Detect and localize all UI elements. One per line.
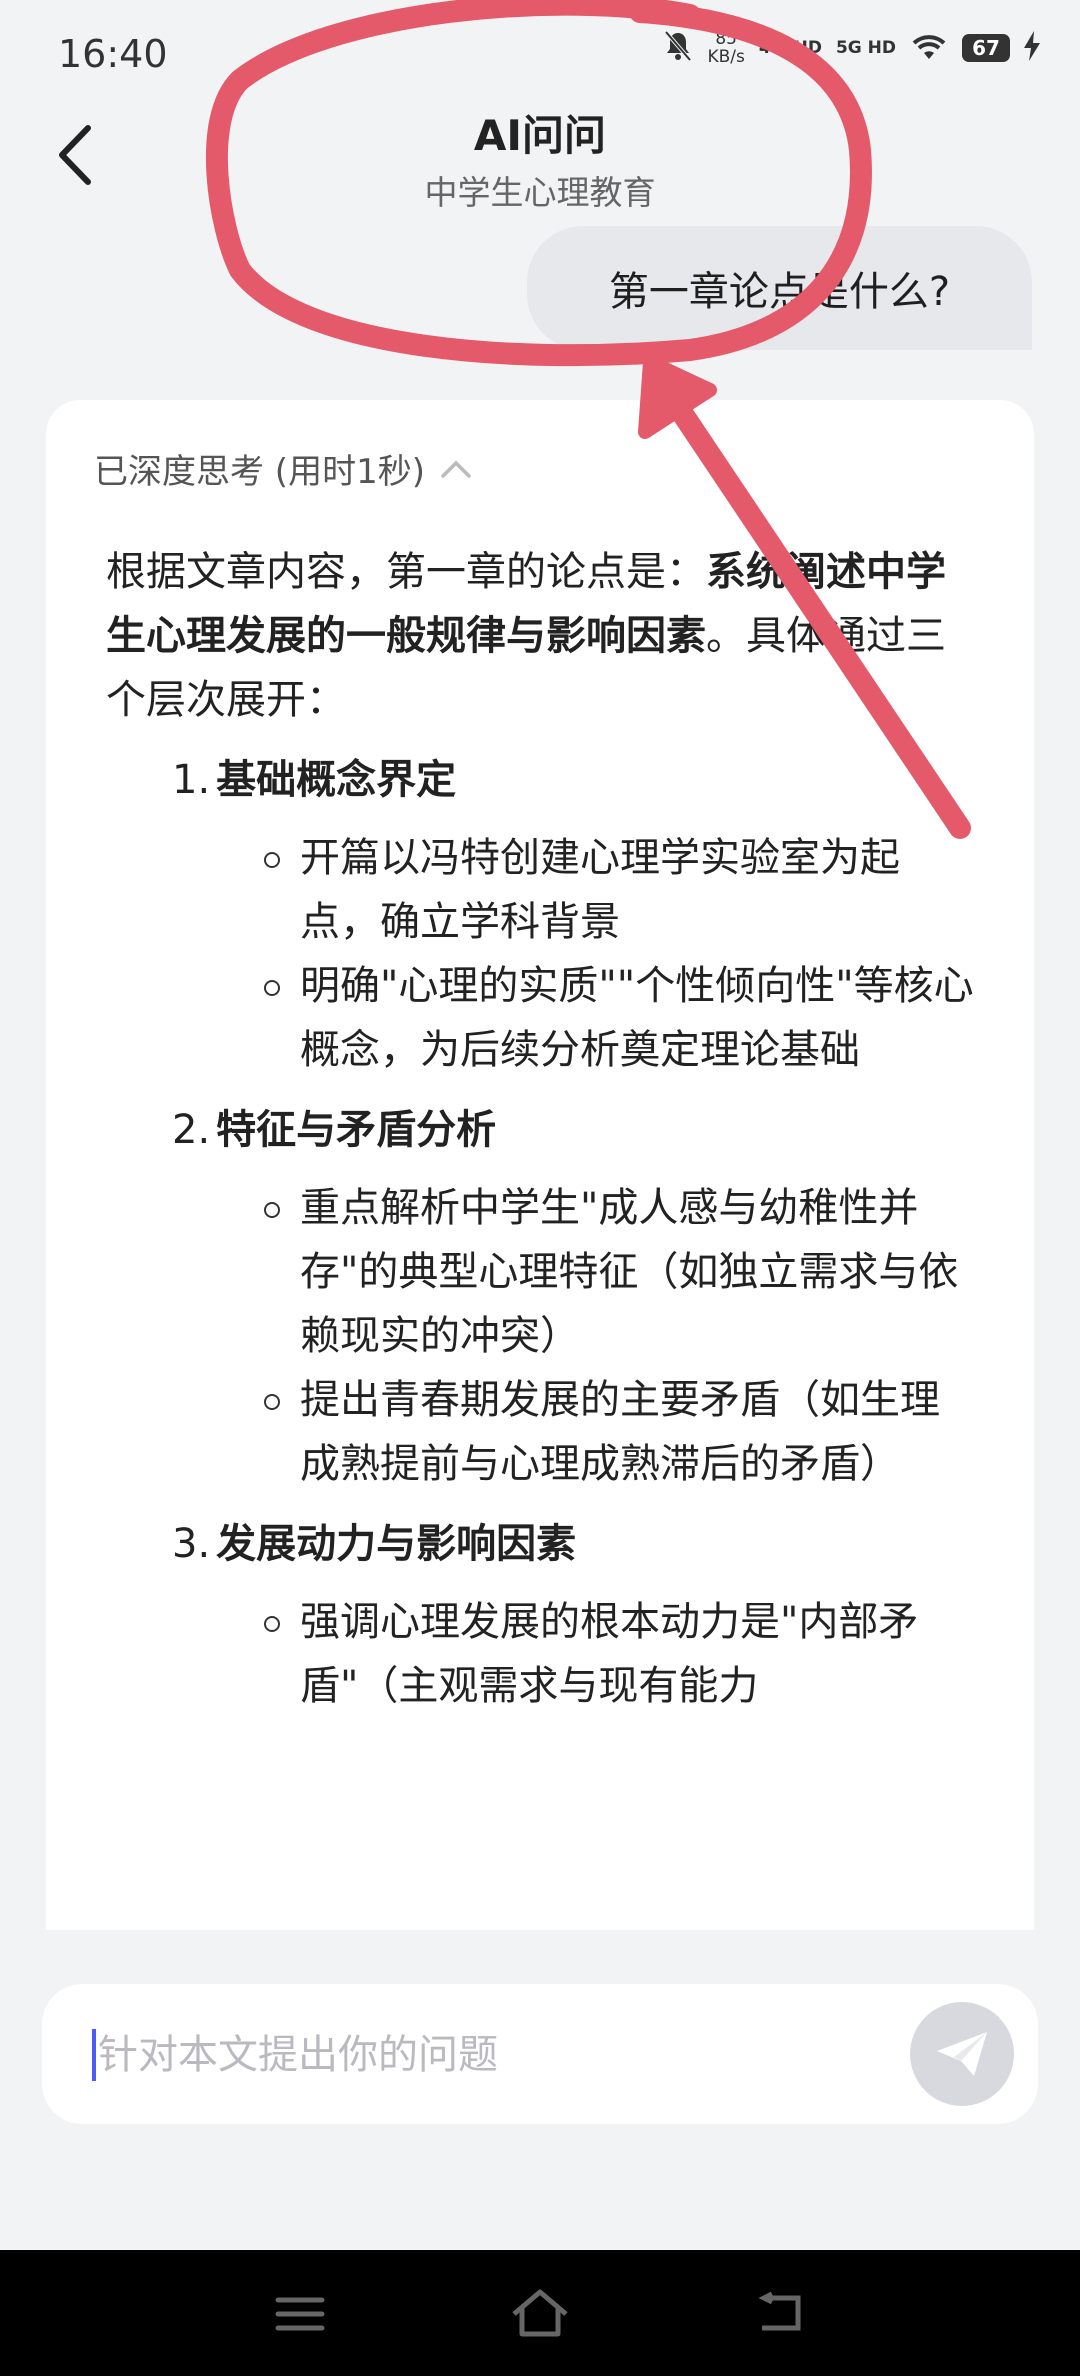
section-title: 3. 发展动力与影响因素 [172, 1521, 577, 1567]
status-bar: 16:40 85 KB/s 4G⁺HD 5G HD 67 [0, 0, 1080, 110]
user-message-bubble: 第一章论点是什么? [527, 226, 1032, 350]
answer-intro: 根据文章内容，第一章的论点是：系统阐述中学生心理发展的一般规律与影响因素。具体通… [106, 549, 946, 723]
question-input[interactable] [96, 2018, 900, 2092]
bullet-list: 强调心理发展的根本动力是"内部矛盾"（主观需求与现有能力 [106, 1590, 976, 1718]
answer-section: 2. 特征与矛盾分析 重点解析中学生"成人感与幼稚性并存"的典型心理特征（如独立需… [106, 1098, 976, 1496]
list-item: 强调心理发展的根本动力是"内部矛盾"（主观需求与现有能力 [264, 1590, 976, 1718]
system-nav-bar [0, 2250, 1080, 2376]
page-title: AI问问 [473, 111, 607, 160]
mute-icon [663, 30, 693, 66]
bullet-list: 重点解析中学生"成人感与幼稚性并存"的典型心理特征（如独立需求与依赖现实的冲突）… [106, 1176, 976, 1496]
battery-icon: 67 [962, 34, 1010, 62]
signal-5g: 5G HD [835, 38, 896, 58]
status-time: 16:40 [58, 32, 168, 76]
answer-body: 根据文章内容，第一章的论点是：系统阐述中学生心理发展的一般规律与影响因素。具体通… [106, 540, 976, 1728]
back-icon [758, 2291, 801, 2331]
signal-4g: 4G⁺HD [758, 38, 822, 58]
answer-section: 1. 基础概念界定 开篇以冯特创建心理学实验室为起点，确立学科背景 明确"心理的实… [106, 748, 976, 1082]
list-item: 明确"心理的实质""个性倾向性"等核心概念，为后续分析奠定理论基础 [264, 954, 976, 1082]
thinking-label: 已深度思考 (用时1秒) [94, 452, 425, 492]
header: AI问问 中学生心理教育 [0, 100, 1080, 220]
page-subtitle: 中学生心理教育 [424, 173, 656, 212]
bullet-list: 开篇以冯特创建心理学实验室为起点，确立学科背景 明确"心理的实质""个性倾向性"… [106, 826, 976, 1082]
back-nav-button[interactable] [750, 2286, 810, 2342]
answer-card: 已深度思考 (用时1秒) 根据文章内容，第一章的论点是：系统阐述中学生心理发展的… [46, 400, 1034, 1930]
section-title: 2. 特征与矛盾分析 [172, 1107, 497, 1153]
home-button[interactable] [508, 2286, 568, 2342]
status-icons: 85 KB/s 4G⁺HD 5G HD 67 [663, 30, 1040, 66]
paper-plane-icon [937, 2032, 987, 2076]
send-button[interactable] [910, 2002, 1014, 2106]
charging-icon [1024, 31, 1040, 65]
recent-apps-button[interactable] [270, 2286, 330, 2342]
section-title: 1. 基础概念界定 [172, 757, 457, 803]
text-caret [92, 2029, 96, 2081]
list-item: 开篇以冯特创建心理学实验室为起点，确立学科背景 [264, 826, 976, 954]
chevron-up-icon [441, 460, 471, 478]
list-item: 重点解析中学生"成人感与幼稚性并存"的典型心理特征（如独立需求与依赖现实的冲突） [264, 1176, 976, 1368]
network-speed: 85 KB/s [707, 29, 745, 67]
menu-icon [275, 2297, 325, 2331]
thinking-toggle[interactable]: 已深度思考 (用时1秒) [94, 444, 473, 493]
question-composer [42, 1984, 1038, 2124]
wifi-icon [910, 31, 948, 65]
list-item: 提出青春期发展的主要矛盾（如生理成熟提前与心理成熟滞后的矛盾） [264, 1368, 976, 1496]
home-icon [512, 2289, 568, 2337]
answer-section: 3. 发展动力与影响因素 强调心理发展的根本动力是"内部矛盾"（主观需求与现有能力 [106, 1512, 976, 1718]
